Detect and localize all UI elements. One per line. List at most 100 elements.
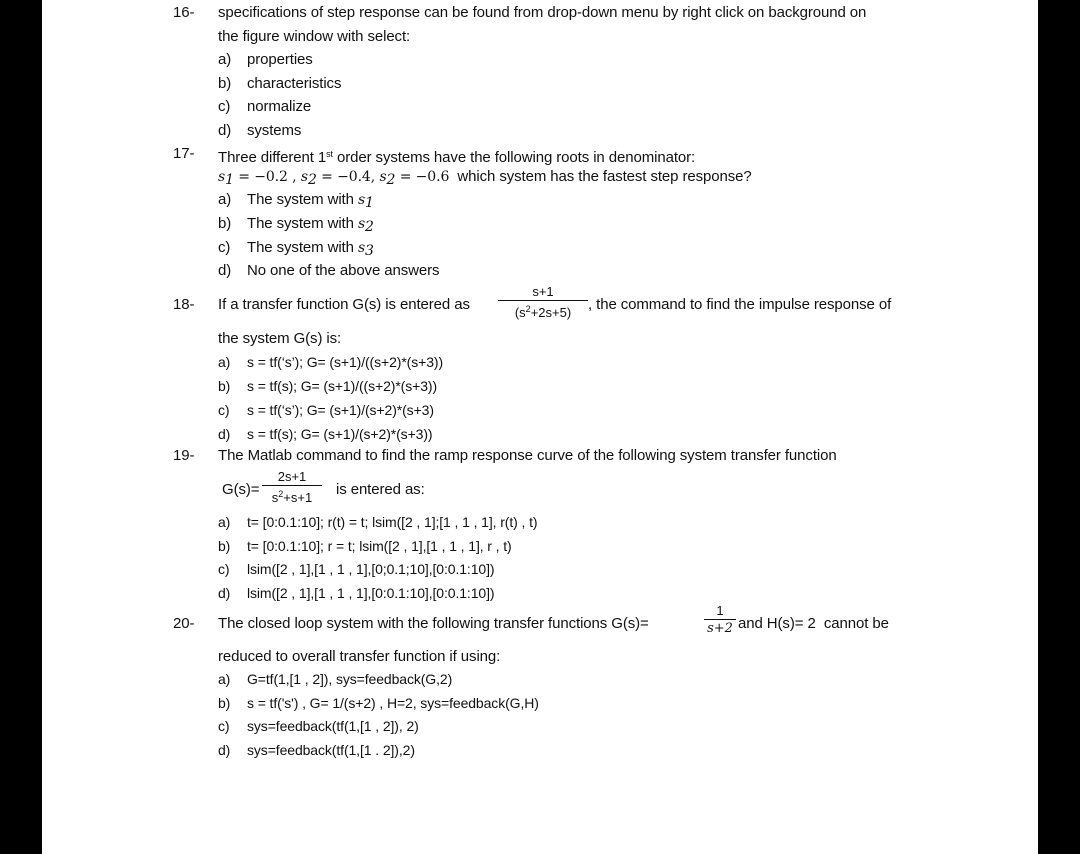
option-label: b): [218, 378, 231, 394]
option-text: sys=feedback(tf(1,[1 , 2]), 2): [247, 718, 419, 734]
option-text: t= [0:0.1:10]; r = t; lsim([2 , 1],[1 , …: [247, 538, 512, 554]
option-b[interactable]: b) t= [0:0.1:10]; r = t; lsim([2 , 1],[1 …: [218, 537, 512, 555]
numerator: s+1: [532, 284, 554, 299]
document-page: [42, 0, 1038, 854]
option-text: No one of the above answers: [247, 262, 440, 279]
question-stem: specifications of step response can be f…: [218, 4, 867, 21]
option-c[interactable]: c) s = tf(‘s’); G= (s+1)/(s+2)*(s+3): [218, 401, 434, 419]
fraction-bar: [498, 300, 588, 301]
option-b[interactable]: b) s = tf('s') , G= 1/(s+2) , H=2, sys=fe…: [218, 694, 539, 712]
question-stem: If a transfer function G(s) is entered a…: [218, 296, 470, 313]
option-text: s = tf(s); G= (s+1)/((s+2)*(s+3)): [247, 378, 438, 394]
var: s: [379, 169, 387, 185]
den-part: +2s+5): [530, 305, 572, 320]
option-text: G=tf(1,[1 , 2]), sys=feedback(G,2): [247, 671, 453, 687]
option-d[interactable]: d) No one of the above answers: [218, 262, 440, 280]
fraction-bar: [262, 485, 322, 486]
stem-text: order systems have the following roots i…: [332, 149, 696, 166]
question-stem-tail: is entered as:: [336, 481, 425, 498]
denominator: (s2+2s+5): [498, 302, 588, 320]
option-label: c): [218, 561, 230, 577]
question-stem: Three different 1st order systems have t…: [218, 145, 695, 167]
root-value: = −0.2 ,: [233, 169, 301, 185]
option-label: b): [218, 215, 232, 232]
question-number: 17-: [173, 145, 195, 162]
var: s: [300, 169, 308, 185]
root-value: = −0.4,: [316, 169, 380, 185]
den-part: +s+1: [283, 490, 313, 505]
option-label: c): [218, 718, 230, 734]
option-label: d): [218, 426, 231, 442]
option-text: lsim([2 , 1],[1 , 1 , 1],[0;0.1;10],[0:0…: [247, 561, 495, 577]
option-label: a): [218, 191, 232, 208]
option-a[interactable]: a) properties: [218, 51, 313, 69]
sub: 2: [307, 172, 317, 188]
transfer-function-fraction: 2s+1 s2+s+1: [262, 469, 322, 505]
option-a[interactable]: a) G=tf(1,[1 , 2]), sys=feedback(G,2): [218, 670, 452, 688]
question-stem-cont: the figure window with select:: [218, 28, 411, 45]
sub: 3: [365, 243, 374, 259]
option-label: d): [218, 585, 231, 601]
option-label: a): [218, 671, 231, 687]
question-number: 19-: [173, 447, 195, 464]
option-b[interactable]: b) s = tf(s); G= (s+1)/((s+2)*(s+3)): [218, 377, 437, 395]
transfer-function-fraction: s+1 (s2+2s+5): [498, 284, 588, 320]
fraction-bar: [704, 619, 736, 620]
numerator: 2s+1: [277, 469, 307, 484]
den-part: (s: [514, 305, 526, 320]
option-text: The system with: [247, 239, 358, 256]
var: s: [357, 240, 366, 256]
option-text: properties: [247, 51, 313, 68]
option-c[interactable]: c) sys=feedback(tf(1,[1 , 2]), 2): [218, 717, 419, 735]
numerator: 1: [716, 603, 724, 618]
option-c[interactable]: c) The system with s3: [218, 239, 374, 260]
option-label: d): [218, 122, 232, 139]
option-d[interactable]: d) sys=feedback(tf(1,[1 . 2]),2): [218, 741, 415, 759]
option-text: s = tf(s); G= (s+1)/(s+2)*(s+3)): [247, 426, 433, 442]
option-a[interactable]: a) t= [0:0.1:10]; r(t) = t; lsim([2 , 1];…: [218, 513, 538, 531]
question-number: 20-: [173, 615, 195, 632]
option-label: c): [218, 402, 230, 418]
option-b[interactable]: b) The system with s2: [218, 215, 374, 236]
option-c[interactable]: c) lsim([2 , 1],[1 , 1 , 1],[0;0.1;10],[0…: [218, 560, 495, 578]
option-text: s = tf('s') , G= 1/(s+2) , H=2, sys=feed…: [247, 695, 539, 711]
option-text: characteristics: [247, 75, 342, 92]
option-c[interactable]: c) normalize: [218, 98, 311, 116]
option-label: a): [218, 514, 231, 530]
question-number: 16-: [173, 4, 195, 21]
option-d[interactable]: d) lsim([2 , 1],[1 , 1 , 1],[0:0.1:10],[0…: [218, 584, 495, 602]
option-a[interactable]: a) s = tf(‘s’); G= (s+1)/((s+2)*(s+3)): [218, 353, 443, 371]
option-text: s = tf(‘s’); G= (s+1)/((s+2)*(s+3)): [247, 354, 444, 370]
option-text: sys=feedback(tf(1,[1 . 2]),2): [247, 742, 415, 758]
sub: 1: [225, 172, 234, 188]
transfer-function-label: G(s)=: [222, 481, 260, 498]
question-stem-tail: and H(s)= 2 cannot be: [738, 615, 889, 632]
question-stem-tail: , the command to find the impulse respon…: [588, 296, 892, 313]
option-text: normalize: [247, 98, 312, 115]
option-text: t= [0:0.1:10]; r(t) = t; lsim([2 , 1];[1…: [247, 514, 538, 530]
option-text: s = tf(‘s’); G= (s+1)/(s+2)*(s+3): [247, 402, 434, 418]
option-a[interactable]: a) The system with s1: [218, 191, 374, 212]
option-label: c): [218, 98, 231, 115]
option-text: systems: [247, 122, 302, 139]
question-number: 18-: [173, 296, 195, 313]
stem-question: which system has the fastest step respon…: [457, 168, 752, 185]
sub: 2: [365, 219, 374, 235]
option-d[interactable]: d) systems: [218, 122, 301, 140]
var: s: [357, 192, 366, 208]
option-text: The system with: [247, 215, 358, 232]
option-label: a): [218, 51, 232, 68]
question-stem-cont: reduced to overall transfer function if …: [218, 648, 501, 665]
option-label: b): [218, 538, 231, 554]
option-label: c): [218, 239, 231, 256]
question-stem: The Matlab command to find the ramp resp…: [218, 447, 837, 464]
denominator: s2+s+1: [262, 487, 322, 505]
var: s: [357, 216, 366, 232]
option-label: d): [218, 742, 231, 758]
option-label: b): [218, 75, 232, 92]
option-d[interactable]: d) s = tf(s); G= (s+1)/(s+2)*(s+3)): [218, 425, 433, 443]
option-b[interactable]: b) characteristics: [218, 75, 341, 93]
option-label: b): [218, 695, 231, 711]
option-label: a): [218, 354, 231, 370]
root-value: = −0.6: [395, 169, 450, 185]
